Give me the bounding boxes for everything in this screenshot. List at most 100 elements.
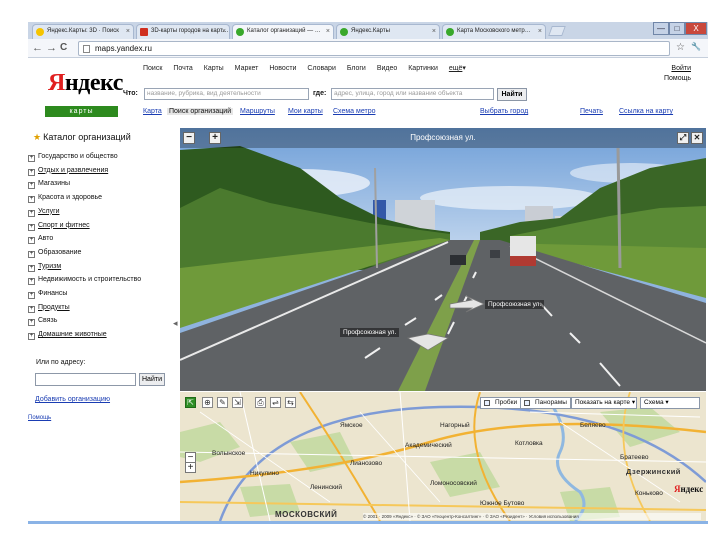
catalog-item[interactable]: + Связь: [28, 314, 141, 328]
browser-tab-3[interactable]: Каталог организаций — … ×: [232, 24, 334, 39]
panorama-zoom-in-button[interactable]: +: [209, 132, 221, 144]
zoom-area-icon[interactable]: ⊕: [202, 397, 213, 408]
catalog-item[interactable]: + Авто: [28, 232, 141, 246]
close-tab-icon[interactable]: ×: [126, 25, 130, 38]
expand-plus-icon[interactable]: +: [28, 264, 35, 272]
catalog-item[interactable]: + Услуги: [28, 205, 141, 219]
catalog-item[interactable]: + Отдых и развлечения: [28, 164, 141, 178]
what-input[interactable]: название, рубрика, вид деятельности: [144, 88, 309, 100]
panorama-layer-toggle[interactable]: Панорамы: [520, 397, 571, 409]
expand-plus-icon[interactable]: +: [28, 237, 35, 245]
checkbox-icon[interactable]: [524, 400, 530, 406]
print-map-icon[interactable]: ⎙: [255, 397, 266, 408]
yandex-logo[interactable]: Яндекс: [48, 70, 123, 97]
route-icon[interactable]: ⇌: [270, 397, 281, 408]
reload-button[interactable]: C: [60, 41, 67, 55]
choose-city-link[interactable]: Выбрать город: [480, 108, 528, 115]
address-search-button[interactable]: Найти: [139, 373, 165, 386]
catalog-item[interactable]: + Домашние животные: [28, 328, 141, 342]
subnav-my-maps[interactable]: Мои карты: [288, 108, 323, 115]
where-input[interactable]: адрес, улица, город или название объекта: [331, 88, 494, 100]
find-button[interactable]: Найти: [497, 88, 527, 101]
subnav-metro[interactable]: Схема метро: [333, 108, 376, 115]
close-tab-icon[interactable]: ×: [432, 25, 436, 38]
service-link[interactable]: Новости: [269, 65, 296, 72]
browser-tab-1[interactable]: Яндекс.Карты: 3D · Поиск ×: [32, 24, 134, 39]
send-link[interactable]: Ссылка на карту: [619, 108, 673, 115]
catalog-item[interactable]: + Магазины: [28, 177, 141, 191]
map-zoom-in-button[interactable]: +: [185, 462, 196, 473]
bookmark-star-icon[interactable]: ☆: [676, 42, 685, 53]
expand-plus-icon[interactable]: +: [28, 292, 35, 300]
service-link[interactable]: Карты: [204, 65, 224, 72]
swap-icon[interactable]: ⇆: [285, 397, 296, 408]
new-tab-button[interactable]: [548, 26, 566, 36]
service-link[interactable]: Картинки: [408, 65, 438, 72]
expand-plus-icon[interactable]: +: [28, 196, 35, 204]
catalog-item[interactable]: + Красота и здоровье: [28, 191, 141, 205]
catalog-item[interactable]: + Образование: [28, 246, 141, 260]
expand-plus-icon[interactable]: +: [28, 223, 35, 231]
close-tab-icon[interactable]: ×: [538, 25, 542, 38]
expand-plus-icon[interactable]: +: [28, 182, 35, 190]
maximize-button[interactable]: □: [669, 22, 685, 35]
checkbox-icon[interactable]: [484, 400, 490, 406]
service-link[interactable]: Блоги: [347, 65, 366, 72]
minimize-button[interactable]: —: [653, 22, 669, 35]
add-organization-link[interactable]: Добавить организацию: [35, 396, 110, 403]
catalog-item[interactable]: + Недвижимость и строительство: [28, 273, 141, 287]
panorama-close-button[interactable]: ✕: [691, 132, 703, 144]
help-link[interactable]: Помощь: [664, 74, 691, 84]
subnav-org-search[interactable]: Поиск организаций: [167, 108, 234, 115]
catalog-item[interactable]: + Государство и общество: [28, 150, 141, 164]
catalog-item[interactable]: + Продукты: [28, 301, 141, 315]
wrench-icon[interactable]: 🔧: [691, 42, 701, 51]
catalog-item[interactable]: + Финансы: [28, 287, 141, 301]
browser-tab-5[interactable]: Карта Московского метр… ×: [442, 24, 546, 39]
catalog-help-link[interactable]: Помощь: [28, 415, 51, 421]
browser-tab-4[interactable]: Яндекс.Карты ×: [336, 24, 440, 39]
service-link[interactable]: Видео: [377, 65, 397, 72]
service-link[interactable]: Словари: [307, 65, 335, 72]
expand-plus-icon[interactable]: +: [28, 155, 35, 162]
service-link[interactable]: Поиск: [143, 65, 162, 72]
login-link[interactable]: Войти: [664, 64, 691, 74]
subnav-routes[interactable]: Маршруты: [240, 108, 275, 115]
expand-plus-icon[interactable]: +: [28, 333, 35, 341]
more-services-link[interactable]: ещё: [449, 65, 463, 72]
browser-tab-2[interactable]: 3D-карты городов на карт… ×: [136, 24, 230, 39]
panorama-man-icon[interactable]: ⇱: [185, 397, 196, 408]
service-link[interactable]: Почта: [173, 65, 192, 72]
expand-plus-icon[interactable]: +: [28, 278, 35, 286]
map-yandex-logo[interactable]: Яндекс: [674, 484, 703, 494]
city-map[interactable]: ⇱ ⊕ ✎ ⇲ ⎙ ⇌ ⇆ Пробки Панорамы Показать н…: [180, 392, 706, 521]
measure-icon[interactable]: ⇲: [232, 397, 243, 408]
show-on-map-select[interactable]: Показать на карте ▾: [571, 397, 637, 409]
panorama-expand-button[interactable]: ⤢: [677, 132, 689, 144]
expand-plus-icon[interactable]: +: [28, 209, 35, 217]
collapse-panel-arrow-icon[interactable]: ◂: [173, 318, 178, 329]
map-type-select[interactable]: Схема ▾: [640, 397, 700, 409]
panorama-zoom-out-button[interactable]: −: [183, 132, 195, 144]
service-link[interactable]: Маркет: [235, 65, 259, 72]
expand-plus-icon[interactable]: +: [28, 168, 35, 176]
catalog-item[interactable]: + Туризм: [28, 260, 141, 274]
address-bar[interactable]: maps.yandex.ru: [78, 41, 670, 56]
close-tab-icon[interactable]: ×: [326, 25, 330, 38]
address-search-input[interactable]: [35, 373, 136, 386]
forward-button[interactable]: →: [46, 41, 57, 55]
print-link[interactable]: Печать: [580, 108, 603, 115]
catalog-item[interactable]: + Спорт и фитнес: [28, 219, 141, 233]
close-tab-icon[interactable]: ×: [222, 25, 226, 38]
street-panorama[interactable]: Профсоюзная ул. − + ⤢ ✕ Профсоюзная ул. …: [180, 128, 706, 391]
ruler-icon[interactable]: ✎: [217, 397, 228, 408]
close-window-button[interactable]: X: [685, 22, 707, 35]
expand-plus-icon[interactable]: +: [28, 250, 35, 258]
traffic-layer-toggle[interactable]: Пробки: [480, 397, 522, 409]
street-label-back[interactable]: Профсоюзная ул.: [340, 328, 400, 337]
street-label-forward[interactable]: Профсоюзная ул.: [485, 300, 545, 309]
back-button[interactable]: ←: [32, 41, 43, 55]
expand-plus-icon[interactable]: +: [28, 319, 35, 327]
subnav-map[interactable]: Карта: [143, 108, 162, 115]
expand-plus-icon[interactable]: +: [28, 305, 35, 313]
